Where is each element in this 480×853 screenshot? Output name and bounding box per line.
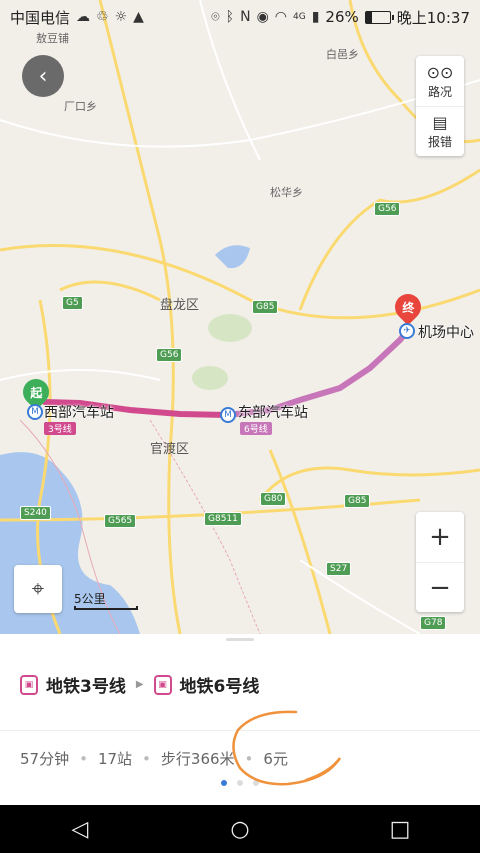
line-name: 地铁6号线 <box>179 677 260 697</box>
bluetooth-icon: ᛒ <box>225 9 235 25</box>
route-lines: ▣ 地铁3号线 ▶ ▣ 地铁6号线 <box>20 672 259 697</box>
system-navigation-bar: ◁ ○ □ <box>0 805 480 853</box>
map-tools-panel: ⊙⊙ 路况 ▤ 报错 <box>416 56 464 156</box>
line-name: 地铁3号线 <box>46 677 126 697</box>
zoom-control: + − <box>416 512 464 612</box>
location-icon: ⌾ <box>211 9 220 25</box>
nav-back-button[interactable]: ◁ <box>50 817 110 842</box>
place-label: 白邑乡 <box>326 48 359 61</box>
sheet-handle[interactable] <box>226 638 254 641</box>
locate-button[interactable]: ⌖ <box>14 565 62 613</box>
metro-station-icon: M <box>27 404 43 420</box>
highway-shield: G8511 <box>204 512 242 526</box>
place-label: 厂口乡 <box>64 100 97 113</box>
separator: • <box>79 749 88 768</box>
highway-shield: G85 <box>344 494 371 508</box>
nav-recents-button[interactable]: □ <box>370 817 430 842</box>
start-pin-label: 起 <box>29 385 43 400</box>
highway-shield: G56 <box>156 348 183 362</box>
notification-icon: ☼ <box>114 9 128 25</box>
line-tag-3: 3号线 <box>44 422 76 435</box>
carrier-label: 中国电信 <box>10 8 71 27</box>
status-bar: 中国电信 ☁ ♲ ☼ ▲ ⌾ ᛒ Ν ◉ ◠ 4G ▮ 26% 晚上10:37 <box>0 0 480 34</box>
arrow-right-icon: ▶ <box>135 679 144 690</box>
transfer-station-name[interactable]: 东部汽车站 <box>238 402 308 422</box>
highway-shield: S240 <box>20 506 51 520</box>
notification-icon: ▲ <box>133 9 144 25</box>
notification-icon: ♲ <box>96 9 109 25</box>
place-label: 盘龙区 <box>160 298 200 313</box>
highway-shield: G5 <box>62 296 83 310</box>
nfc-icon: Ν <box>240 9 251 25</box>
map-view[interactable]: 敖豆铺 白邑乡 厂口乡 松华乡 盘龙区 官渡区 G56 G5 G85 G56 G… <box>0 0 480 634</box>
report-error-button[interactable]: ▤ 报错 <box>416 106 464 156</box>
battery-percent: 26% <box>325 8 359 26</box>
start-station-name[interactable]: 西部汽车站 <box>44 402 114 422</box>
place-label: 官渡区 <box>150 442 190 457</box>
chevron-left-icon: ‹ <box>38 63 48 89</box>
hand-drawn-circle <box>232 710 342 786</box>
metro-icon: ▣ <box>153 674 172 695</box>
highway-shield: S27 <box>326 562 352 576</box>
wifi-icon: ◠ <box>274 9 287 25</box>
battery-icon <box>364 10 394 24</box>
highway-shield: G78 <box>420 616 447 630</box>
duration: 57分钟 <box>20 750 70 768</box>
report-label: 报错 <box>427 135 452 149</box>
traffic-icon: ⊙⊙ <box>426 62 454 82</box>
zoom-out-button[interactable]: − <box>416 562 464 612</box>
notification-icon: ☁ <box>76 9 91 25</box>
metro-station-icon: M <box>220 407 236 423</box>
airport-station-icon: ✈ <box>399 323 415 339</box>
back-button[interactable]: ‹ <box>22 55 64 97</box>
highway-shield: G565 <box>104 514 137 528</box>
place-label: 松华乡 <box>270 186 303 199</box>
stop-count: 17站 <box>97 750 133 768</box>
battery-level <box>365 11 372 23</box>
crosshair-icon: ⌖ <box>31 576 45 602</box>
nav-home-button[interactable]: ○ <box>210 817 270 842</box>
highway-shield: G56 <box>374 202 401 216</box>
end-pin-label: 终 <box>401 300 415 315</box>
highway-shield: G80 <box>260 492 287 506</box>
scale-label: 5公里 <box>74 592 106 606</box>
highway-shield: G85 <box>252 300 279 314</box>
separator: • <box>142 749 151 768</box>
network-type: 4G <box>293 12 306 22</box>
zoom-in-button[interactable]: + <box>416 512 464 562</box>
signal-icon: ▮ <box>311 9 320 25</box>
scale-bar <box>74 606 138 610</box>
traffic-button[interactable]: ⊙⊙ 路况 <box>416 56 464 106</box>
eye-icon: ◉ <box>256 9 269 25</box>
traffic-label: 路况 <box>427 84 452 99</box>
metro-icon: ▣ <box>20 674 38 695</box>
end-pin: 终 <box>389 288 427 326</box>
line-tag-6: 6号线 <box>240 422 272 435</box>
clock: 晚上10:37 <box>396 8 470 27</box>
walk-distance: 步行366米 <box>160 750 235 768</box>
end-station-name[interactable]: 机场中心 <box>418 322 474 342</box>
report-icon: ▤ <box>432 113 448 132</box>
